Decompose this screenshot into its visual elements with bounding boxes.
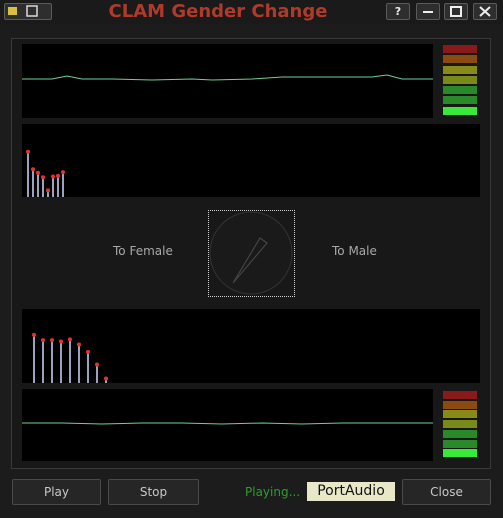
meter-segment: [443, 440, 477, 448]
spectrum-peak: [95, 362, 99, 367]
spectrum-peak: [26, 149, 30, 154]
meter-segment: [443, 76, 477, 84]
to-female-label: To Female: [113, 244, 173, 258]
spectrum-peak: [61, 170, 65, 175]
play-button[interactable]: Play: [12, 479, 101, 505]
meter-segment: [443, 430, 477, 438]
meter-segment: [443, 45, 477, 53]
maximize-button[interactable]: [444, 3, 468, 20]
spectrum-peak: [41, 175, 45, 180]
meter-segment: [443, 55, 477, 63]
meter-segment: [443, 86, 477, 94]
meter-segment: [443, 391, 477, 399]
title-bar: CLAM Gender Change ?: [0, 0, 503, 24]
input-level-meter: [443, 45, 477, 117]
meter-segment: [443, 66, 477, 74]
audio-backend-badge: PortAudio: [307, 482, 395, 501]
meter-segment: [443, 107, 477, 115]
spectrum-peak: [86, 349, 90, 354]
to-male-label: To Male: [332, 244, 377, 258]
spectrum-peak: [32, 332, 36, 337]
input-waveform-view: [22, 44, 433, 118]
spectrum-peak: [31, 167, 35, 172]
meter-segment: [443, 420, 477, 428]
minimize-icon: [423, 11, 433, 13]
input-waveform-line: [22, 74, 433, 81]
maximize-icon: [450, 6, 462, 17]
output-spectrum-view: [22, 309, 480, 383]
spectrum-peak: [51, 174, 55, 179]
spectrum-peak: [41, 338, 45, 343]
window-title: CLAM Gender Change: [108, 1, 328, 22]
output-level-meter: [443, 391, 477, 459]
spectrum-peak: [46, 188, 50, 193]
output-waveform-view: [22, 389, 433, 461]
minimize-button[interactable]: [416, 3, 440, 20]
spectrum-peak: [59, 339, 63, 344]
meter-segment: [443, 401, 477, 409]
meter-segment: [443, 449, 477, 457]
spectrum-peak: [104, 376, 108, 381]
close-icon: [479, 6, 491, 17]
meter-segment: [443, 410, 477, 418]
output-waveform-line: [22, 422, 433, 425]
status-playing: Playing...: [245, 485, 301, 499]
spectrum-peak: [36, 170, 40, 175]
pitch-dial[interactable]: [208, 210, 295, 297]
spectrum-peak: [56, 173, 60, 178]
stop-button[interactable]: Stop: [108, 479, 199, 505]
meter-segment: [443, 96, 477, 104]
help-button[interactable]: ?: [386, 3, 410, 20]
spectrum-peak: [50, 338, 54, 343]
close-button[interactable]: Close: [402, 479, 491, 505]
spectrum-peak: [68, 337, 72, 342]
spectrum-peak: [77, 342, 81, 347]
close-window-button[interactable]: [473, 3, 497, 20]
input-spectrum-view: [22, 124, 480, 197]
